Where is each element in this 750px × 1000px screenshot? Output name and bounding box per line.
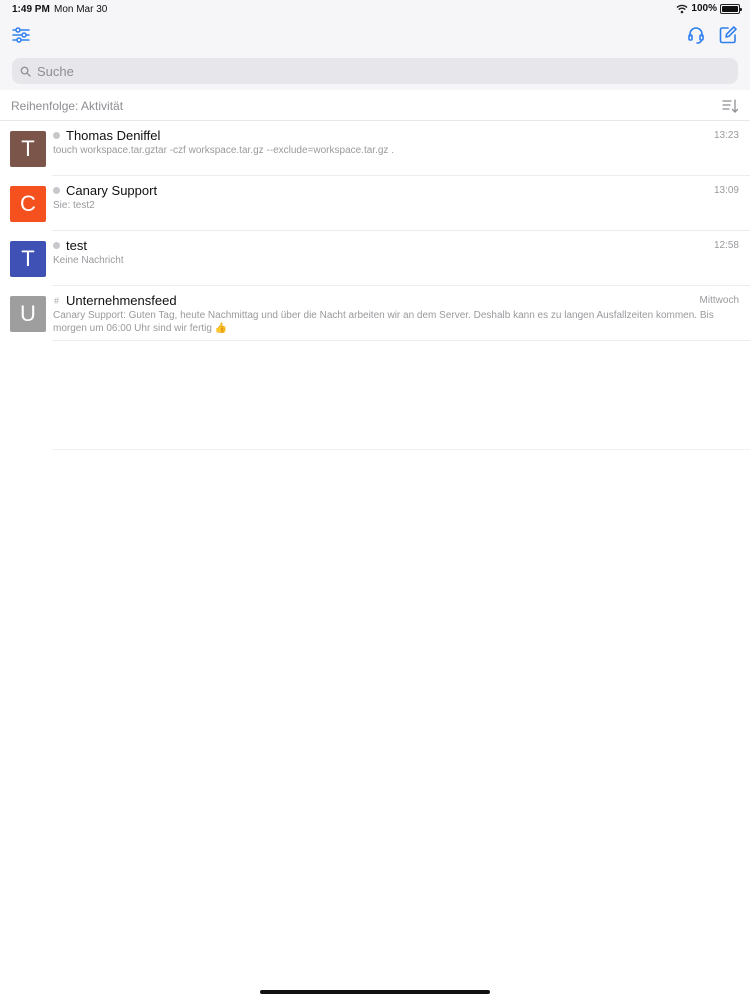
sort-row[interactable]: Reihenfolge: Aktivität [0, 92, 750, 121]
room-name: Unternehmensfeed [66, 293, 177, 308]
sort-label: Reihenfolge: Aktivität [11, 99, 124, 113]
room-name-line: # Unternehmensfeed [53, 293, 177, 308]
avatar: T [10, 241, 46, 277]
room-name: test [66, 238, 87, 253]
home-indicator[interactable] [260, 990, 490, 994]
room-row-canary-support[interactable]: C Canary Support 13:09 Sie: test2 [10, 176, 750, 231]
room-preview: Sie: test2 [53, 200, 95, 211]
status-indicators: 100% [676, 3, 742, 14]
room-name-line: test [53, 238, 87, 253]
room-time: Mittwoch [699, 295, 739, 306]
room-preview: touch workspace.tar.gztar -czf workspace… [53, 145, 394, 156]
room-list: T Thomas Deniffel 13:23 touch workspace.… [0, 121, 750, 341]
room-preview: Keine Nachricht [53, 255, 124, 266]
room-time: 13:09 [713, 185, 739, 196]
room-name: Thomas Deniffel [66, 128, 161, 143]
status-date: Mon Mar 30 [54, 4, 108, 15]
battery-percent: 100% [691, 3, 717, 14]
room-name: Canary Support [66, 183, 158, 198]
wifi-icon [676, 4, 688, 13]
room-row-thomas-deniffel[interactable]: T Thomas Deniffel 13:23 touch workspace.… [10, 121, 750, 176]
avatar: U [10, 296, 46, 332]
sort-order-icon[interactable] [722, 98, 738, 114]
room-row-unternehmensfeed[interactable]: U # Unternehmensfeed Mittwoch Canary Sup… [10, 286, 750, 341]
toolbar [0, 20, 750, 90]
battery-icon [720, 3, 742, 14]
room-name-line: Thomas Deniffel [53, 128, 160, 143]
support-headset-icon[interactable] [686, 25, 706, 45]
search-icon [20, 66, 31, 77]
avatar: T [10, 131, 46, 167]
status-dot-icon [53, 187, 60, 194]
room-row-test[interactable]: T test 12:58 Keine Nachricht [10, 231, 750, 286]
room-time: 13:23 [713, 130, 739, 141]
status-dot-icon [53, 132, 60, 139]
list-divider [52, 449, 750, 450]
room-preview: Canary Support: Guten Tag, heute Nachmit… [53, 310, 714, 334]
channel-hash-icon: # [53, 295, 59, 306]
status-time: 1:49 PM [12, 4, 50, 15]
room-time: 12:58 [713, 240, 739, 251]
avatar: C [10, 186, 46, 222]
compose-icon[interactable] [718, 25, 738, 45]
search-input[interactable] [37, 63, 717, 79]
search-bar[interactable] [12, 58, 738, 84]
status-bar: 1:49 PM Mon Mar 30 100% [0, 0, 750, 20]
filter-settings-icon[interactable] [11, 25, 31, 45]
room-name-line: Canary Support [53, 183, 157, 198]
status-dot-icon [53, 242, 60, 249]
